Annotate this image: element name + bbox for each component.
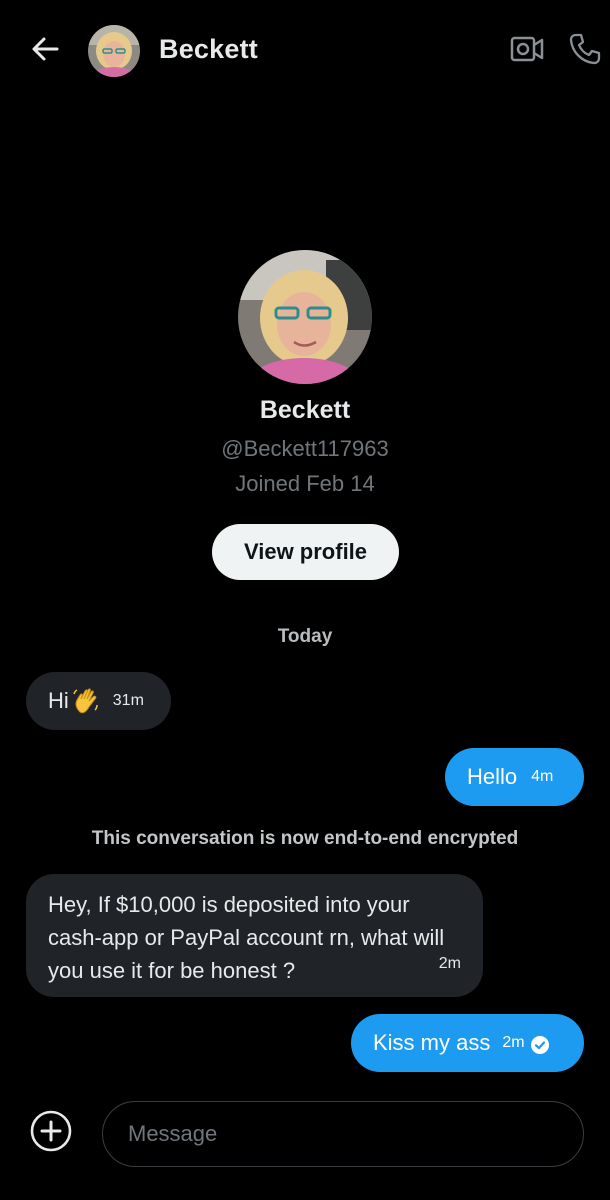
- view-profile-button[interactable]: View profile: [212, 524, 399, 580]
- contact-name[interactable]: Beckett: [159, 34, 258, 65]
- message-text: Hi: [48, 688, 69, 713]
- video-call-button[interactable]: [506, 30, 548, 72]
- profile-joined-date: Joined Feb 14: [235, 471, 375, 496]
- waving-hand-emoji-icon: [71, 686, 101, 716]
- message-bubble-incoming[interactable]: Hi 31m: [26, 672, 171, 730]
- arrow-left-icon: [30, 34, 60, 69]
- message-bubble-outgoing[interactable]: Kiss my ass 2m: [351, 1014, 584, 1072]
- dm-screen: Beckett Beckett @Beckett117963 Joined Fe…: [0, 0, 610, 1200]
- conversation-header: Beckett: [0, 0, 610, 100]
- message-timestamp: 2m: [438, 955, 461, 972]
- message-input[interactable]: [128, 1121, 558, 1147]
- back-button[interactable]: [26, 32, 64, 70]
- message-bubble-incoming[interactable]: Hey, If $10,000 is deposited into your c…: [26, 874, 483, 997]
- profile-handle: @Beckett117963: [221, 436, 389, 461]
- read-checkmark-icon: [530, 1034, 549, 1054]
- message-text: Kiss my ass: [373, 1030, 491, 1055]
- message-timestamp: 31m: [112, 692, 144, 709]
- encryption-notice: This conversation is now end-to-end encr…: [91, 828, 519, 849]
- message-text: Hello: [467, 764, 518, 789]
- profile-name: Beckett: [259, 396, 351, 424]
- message-bubble-outgoing[interactable]: Hello 4m: [445, 748, 584, 806]
- video-camera-icon: [509, 34, 545, 69]
- profile-avatar[interactable]: [238, 250, 372, 384]
- plus-circle-icon: [29, 1109, 73, 1158]
- message-timestamp: 2m: [502, 1034, 525, 1051]
- message-text: Hey, If $10,000 is deposited into your c…: [48, 892, 445, 983]
- voice-call-button[interactable]: [564, 30, 606, 72]
- message-composer[interactable]: [102, 1101, 584, 1167]
- message-timestamp: 4m: [531, 768, 554, 785]
- phone-icon: [568, 32, 602, 71]
- date-separator: Today: [277, 626, 333, 647]
- header-avatar[interactable]: [88, 25, 140, 77]
- add-media-button[interactable]: [29, 1109, 73, 1158]
